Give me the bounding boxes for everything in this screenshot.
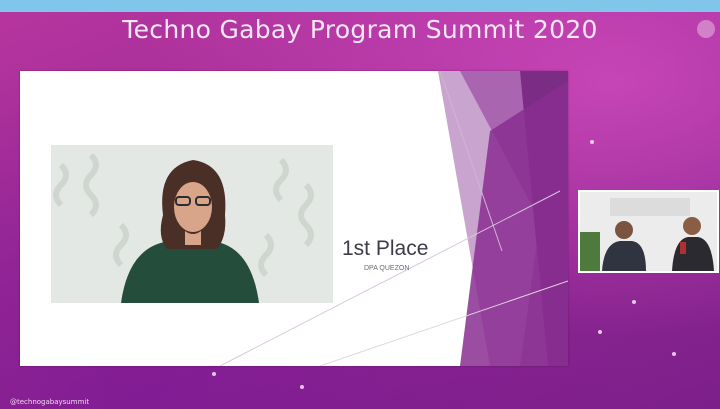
place-title: 1st Place	[342, 237, 429, 260]
browser-top-strip	[0, 0, 720, 12]
host-camera-pip	[578, 190, 719, 273]
place-subtitle: DPA QUEZON	[364, 265, 410, 272]
stream-background: Techno Gabay Program Summit 2020 1st Pla…	[0, 0, 720, 409]
sparkle	[598, 330, 602, 334]
sparkle	[300, 385, 304, 389]
presenter-image	[51, 145, 333, 303]
presentation-slide: 1st Place DPA QUEZON	[20, 71, 568, 366]
social-handle: @technogabaysummit	[10, 398, 90, 406]
sparkle	[212, 372, 216, 376]
sparkle	[672, 352, 676, 356]
hosts-image	[580, 192, 717, 271]
sparkle	[590, 140, 594, 144]
event-title: Techno Gabay Program Summit 2020	[122, 15, 598, 44]
presenter-video	[51, 145, 333, 303]
corner-logo	[697, 20, 715, 38]
sparkle	[632, 300, 636, 304]
